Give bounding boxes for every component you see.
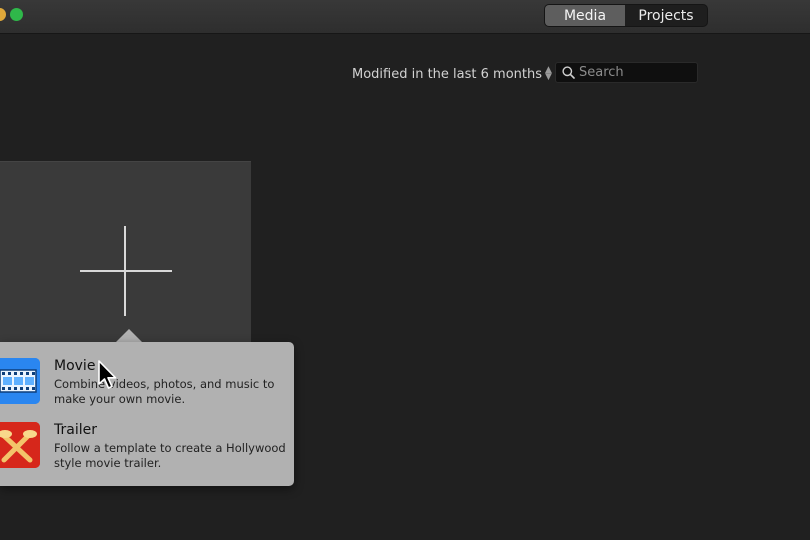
movie-description: Combine videos, photos, and music to mak…	[54, 377, 275, 406]
tab-projects[interactable]: Projects	[625, 5, 707, 26]
up-down-chevron-icon: ▲ ▼	[545, 65, 552, 82]
movie-title: Movie	[54, 358, 96, 374]
film-strip-icon	[0, 358, 40, 404]
search-icon	[562, 66, 575, 79]
zoom-window-button[interactable]	[10, 8, 23, 21]
minimize-window-button[interactable]	[0, 8, 6, 21]
search-input[interactable]	[579, 65, 689, 80]
menu-item-trailer[interactable]: Trailer Follow a template to create a Ho…	[0, 420, 294, 476]
new-project-popover: Movie Combine videos, photos, and music …	[0, 342, 294, 486]
date-filter-label: Modified in the last 6 months	[352, 66, 543, 82]
search-field[interactable]	[555, 62, 698, 83]
menu-item-movie[interactable]: Movie Combine videos, photos, and music …	[0, 356, 294, 412]
tab-media[interactable]: Media	[545, 5, 625, 26]
date-filter-popup[interactable]: Modified in the last 6 months ▲ ▼	[352, 65, 552, 83]
trailer-description: Follow a template to create a Hollywood …	[54, 441, 286, 470]
imovie-window: Media Projects Modified in the last 6 mo…	[0, 0, 810, 540]
trailer-title: Trailer	[54, 422, 97, 438]
media-projects-switch: Media Projects	[544, 4, 708, 27]
popover-arrow	[115, 329, 143, 343]
title-bar: Media Projects	[0, 0, 810, 34]
clapper-icon	[0, 422, 40, 468]
